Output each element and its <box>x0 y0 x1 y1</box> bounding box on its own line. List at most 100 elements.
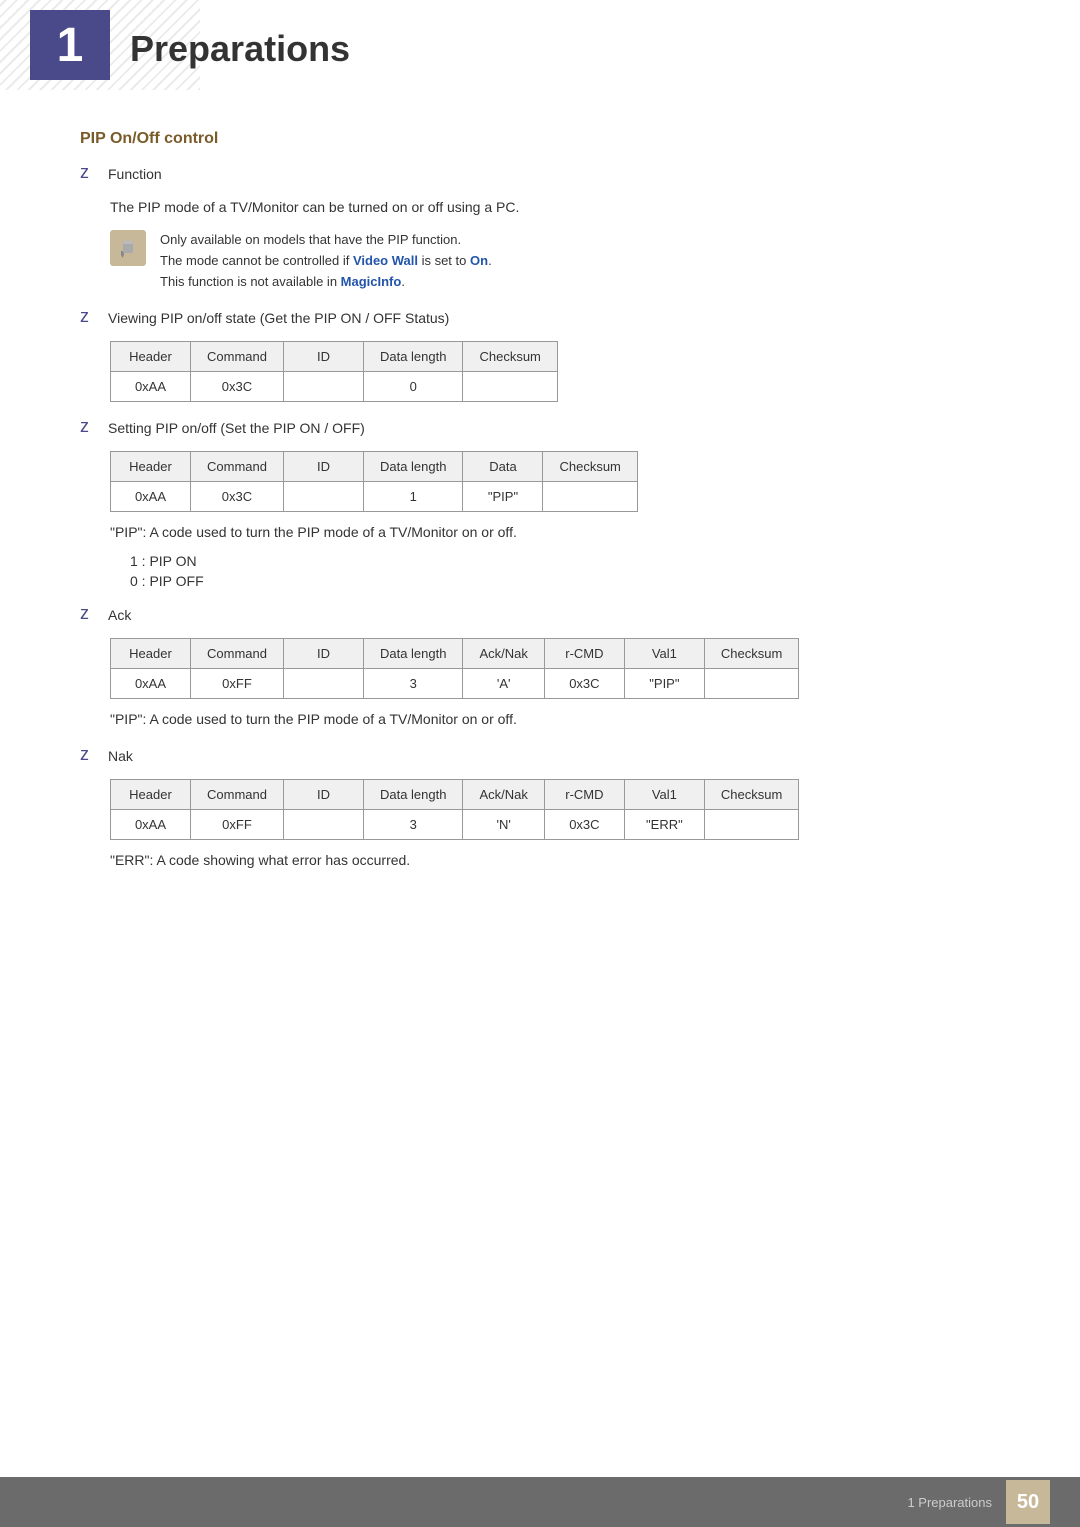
cell-val1: "ERR" <box>624 810 704 840</box>
col-header-datalength: Data length <box>363 780 463 810</box>
bullet-label-nak: Nak <box>108 746 133 767</box>
col-header-header: Header <box>111 780 191 810</box>
bullet-label-function: Function <box>108 164 162 185</box>
note-line-2: The mode cannot be controlled if Video W… <box>160 251 492 272</box>
col-header-command: Command <box>191 342 284 372</box>
table-nak-container: Header Command ID Data length Ack/Nak r-… <box>110 779 1000 840</box>
col-header-header: Header <box>111 342 191 372</box>
cell-data: "PIP" <box>463 482 543 512</box>
cell-acknak: 'N' <box>463 810 544 840</box>
cell-id <box>283 372 363 402</box>
col-header-datalength: Data length <box>363 639 463 669</box>
bullet-dot-5: z <box>80 744 96 765</box>
col-header-id: ID <box>283 342 363 372</box>
col-header-val1: Val1 <box>624 780 704 810</box>
table-ack: Header Command ID Data length Ack/Nak r-… <box>110 638 799 699</box>
note-highlight-magicinfo: MagicInfo <box>341 274 402 289</box>
table-set: Header Command ID Data length Data Check… <box>110 451 638 512</box>
col-header-acknak: Ack/Nak <box>463 639 544 669</box>
col-header-checksum: Checksum <box>463 342 557 372</box>
note-line-3: This function is not available in MagicI… <box>160 272 492 293</box>
pip-on: 1 : PIP ON <box>130 553 1000 569</box>
note-highlight-videowall: Video Wall <box>353 253 418 268</box>
cell-command: 0xFF <box>191 669 284 699</box>
ack-desc: "PIP": A code used to turn the PIP mode … <box>110 709 1000 730</box>
bullet-label-ack: Ack <box>108 605 131 626</box>
function-description: The PIP mode of a TV/Monitor can be turn… <box>110 197 1000 218</box>
col-header-command: Command <box>191 452 284 482</box>
cell-checksum <box>704 669 798 699</box>
table-row: 0xAA 0x3C 0 <box>111 372 558 402</box>
col-header-command: Command <box>191 639 284 669</box>
col-header-id: ID <box>283 639 363 669</box>
col-header-header: Header <box>111 639 191 669</box>
note-content: Only available on models that have the P… <box>160 230 492 292</box>
footer: 1 Preparations 50 <box>0 1477 1080 1527</box>
cell-checksum <box>543 482 637 512</box>
note-line-1: Only available on models that have the P… <box>160 230 492 251</box>
cell-command: 0x3C <box>191 482 284 512</box>
table-row: 0xAA 0xFF 3 'N' 0x3C "ERR" <box>111 810 799 840</box>
pip-code-desc: "PIP": A code used to turn the PIP mode … <box>110 522 1000 543</box>
top-bar: 1 Preparations <box>0 0 1080 90</box>
cell-id <box>283 482 363 512</box>
col-header-datalength: Data length <box>363 452 463 482</box>
col-header-checksum: Checksum <box>543 452 637 482</box>
table-set-container: Header Command ID Data length Data Check… <box>110 451 1000 512</box>
bullet-label-set: Setting PIP on/off (Set the PIP ON / OFF… <box>108 418 365 439</box>
chapter-block: 1 <box>30 10 110 80</box>
table-row: 0xAA 0x3C 1 "PIP" <box>111 482 638 512</box>
cell-datalength: 3 <box>363 810 463 840</box>
cell-command: 0xFF <box>191 810 284 840</box>
cell-acknak: 'A' <box>463 669 544 699</box>
bullet-set: z Setting PIP on/off (Set the PIP ON / O… <box>80 418 1000 439</box>
col-header-checksum: Checksum <box>704 780 798 810</box>
pencil-icon <box>117 237 139 259</box>
bullet-dot-3: z <box>80 416 96 437</box>
col-header-checksum: Checksum <box>704 639 798 669</box>
cell-datalength: 1 <box>363 482 463 512</box>
cell-id <box>283 669 363 699</box>
cell-header: 0xAA <box>111 810 191 840</box>
cell-checksum <box>463 372 557 402</box>
bullet-view: z Viewing PIP on/off state (Get the PIP … <box>80 308 1000 329</box>
cell-val1: "PIP" <box>624 669 704 699</box>
col-header-id: ID <box>283 780 363 810</box>
col-header-acknak: Ack/Nak <box>463 780 544 810</box>
note-icon <box>110 230 146 266</box>
cell-rcmd: 0x3C <box>544 810 624 840</box>
table-view-container: Header Command ID Data length Checksum 0… <box>110 341 1000 402</box>
bullet-nak: z Nak <box>80 746 1000 767</box>
table-nak: Header Command ID Data length Ack/Nak r-… <box>110 779 799 840</box>
cell-header: 0xAA <box>111 669 191 699</box>
cell-datalength: 3 <box>363 669 463 699</box>
table-ack-container: Header Command ID Data length Ack/Nak r-… <box>110 638 1000 699</box>
bullet-label-view: Viewing PIP on/off state (Get the PIP ON… <box>108 308 449 329</box>
table-view: Header Command ID Data length Checksum 0… <box>110 341 558 402</box>
cell-id <box>283 810 363 840</box>
footer-label: 1 Preparations <box>907 1495 992 1510</box>
cell-checksum <box>704 810 798 840</box>
cell-rcmd: 0x3C <box>544 669 624 699</box>
section-title: PIP On/Off control <box>80 130 1000 148</box>
cell-datalength: 0 <box>363 372 463 402</box>
cell-header: 0xAA <box>111 482 191 512</box>
main-content: PIP On/Off control z Function The PIP mo… <box>0 90 1080 961</box>
cell-header: 0xAA <box>111 372 191 402</box>
chapter-number: 1 <box>57 18 84 73</box>
bullet-ack: z Ack <box>80 605 1000 626</box>
col-header-id: ID <box>283 452 363 482</box>
col-header-datalength: Data length <box>363 342 463 372</box>
bullet-dot-1: z <box>80 162 96 183</box>
col-header-command: Command <box>191 780 284 810</box>
footer-page: 50 <box>1006 1480 1050 1524</box>
bullet-function: z Function <box>80 164 1000 185</box>
nak-desc: "ERR": A code showing what error has occ… <box>110 850 1000 871</box>
col-header-data: Data <box>463 452 543 482</box>
note-box: Only available on models that have the P… <box>110 230 1000 292</box>
bullet-dot-4: z <box>80 603 96 624</box>
note-highlight-on: On <box>470 253 488 268</box>
table-row: 0xAA 0xFF 3 'A' 0x3C "PIP" <box>111 669 799 699</box>
col-header-rcmd: r-CMD <box>544 639 624 669</box>
pip-off: 0 : PIP OFF <box>130 573 1000 589</box>
